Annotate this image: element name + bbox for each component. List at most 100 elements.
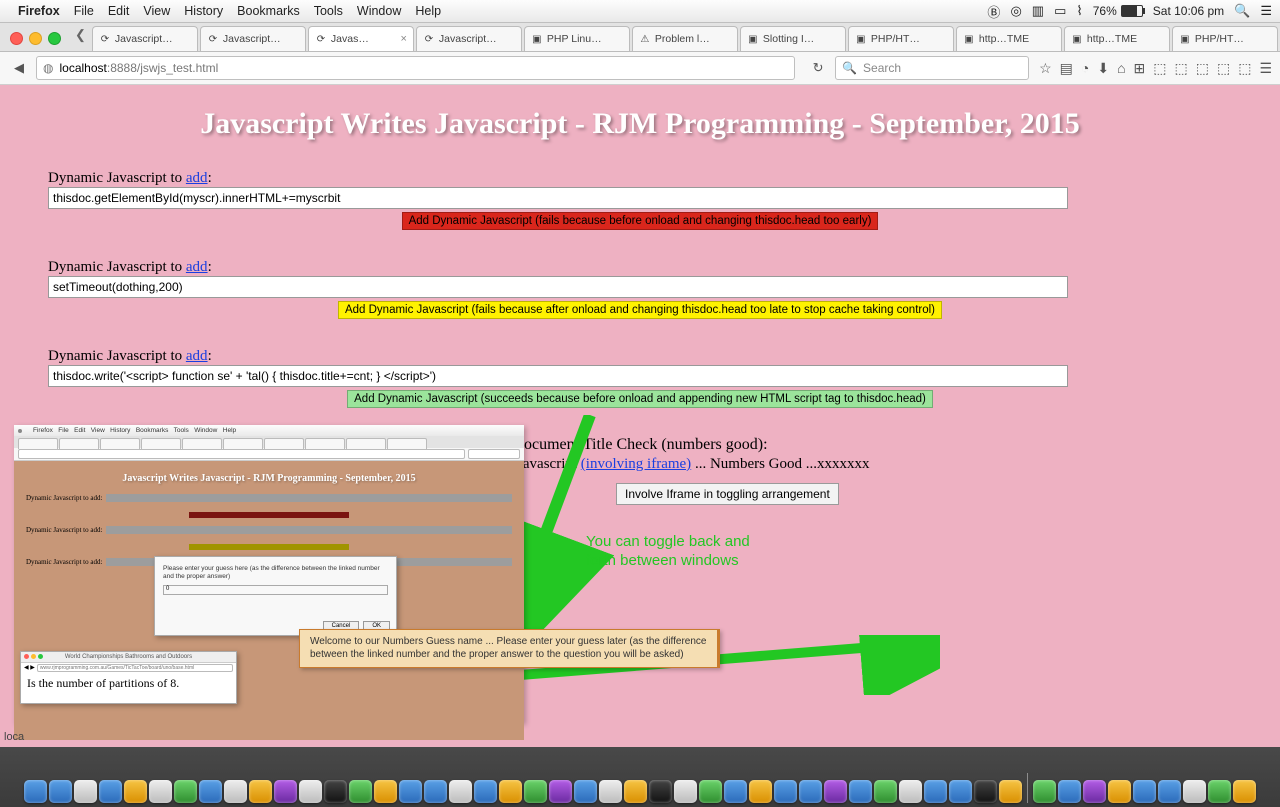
menubar-app-name[interactable]: Firefox [18,4,60,18]
page-content: Javascript Writes Javascript - RJM Progr… [0,85,1280,747]
thumb-menubar: Firefox File Edit View History Bookmarks… [14,425,524,436]
toolbar-extra-icon[interactable]: ⬚ [1196,60,1209,77]
bookmark-star-icon[interactable]: ☆ [1039,60,1052,77]
status-bar: loca [0,731,24,747]
airplay-icon[interactable]: ▭ [1054,3,1066,19]
menubar-extra-icon[interactable]: ▥ [1032,3,1044,19]
browser-tab[interactable]: ▣PHP/HT… [848,26,954,51]
site-identity-icon[interactable]: ◍ [43,61,53,75]
browser-tab[interactable]: ⟳Javascript… [92,26,198,51]
menu-view[interactable]: View [143,4,170,18]
dock-separator [1027,773,1028,803]
js-input-3[interactable] [48,365,1068,387]
toolbar-extra-icon[interactable]: ⬚ [1217,60,1230,77]
pocket-icon[interactable]: ◔ [1081,60,1089,77]
mac-dock [0,747,1280,807]
window-close-icon[interactable] [10,32,23,45]
tab-favicon-icon: ▣ [1071,33,1083,45]
browser-tab[interactable]: ⟳Javascript… [200,26,306,51]
tab-favicon-icon: ⟳ [315,33,327,45]
browser-tab-active[interactable]: ⟳Javas…× [308,26,414,51]
url-host: localhost [59,61,106,75]
thumb-title: Javascript Writes Javascript - RJM Progr… [26,473,512,484]
annotation-text: You can toggle back and forth between wi… [586,533,750,571]
embedded-screenshot: Firefox File Edit View History Bookmarks… [14,425,524,723]
window-zoom-icon[interactable] [48,32,61,45]
battery-icon [1121,5,1143,17]
page-title: Javascript Writes Javascript - RJM Progr… [0,107,1280,141]
involving-iframe-link[interactable]: (involving iframe) [581,456,691,472]
menubar-clock[interactable]: Sat 10:06 pm [1153,4,1224,18]
thumb-prompt-dialog: Please enter your guess here (as the dif… [154,556,397,636]
add-link-1[interactable]: add [186,170,208,186]
menubar-extra-icon[interactable]: ◎ [1010,3,1021,19]
downloads-icon[interactable]: ⬇ [1097,60,1109,77]
firefox-window: ❮ ⟳Javascript… ⟳Javascript… ⟳Javas…× ⟳Ja… [0,23,1280,85]
input-label-2: Dynamic Javascript to add: [48,259,212,276]
add-link-3[interactable]: add [186,348,208,364]
tab-favicon-icon: ▣ [855,33,867,45]
battery-indicator[interactable]: 76% [1093,4,1143,18]
url-path: /jswjs_test.html [137,61,218,75]
bookmarks-menu-icon[interactable]: ▤ [1060,60,1073,77]
toolbar-extra-icon[interactable]: ⬚ [1153,60,1166,77]
mac-menubar: Firefox File Edit View History Bookmarks… [0,0,1280,23]
window-minimize-icon[interactable] [29,32,42,45]
toolbar-extra-icon[interactable]: ⊞ [1134,60,1146,77]
menu-help[interactable]: Help [415,4,441,18]
add-button-red[interactable]: Add Dynamic Javascript (fails because be… [402,212,879,230]
thumb-hint-tooltip: Welcome to our Numbers Guess name ... Pl… [299,629,720,668]
notification-center-icon[interactable]: ☰ [1260,3,1272,19]
wifi-icon[interactable]: ⌇ [1076,3,1082,19]
thumb-mini-window: World Championships Bathrooms and Outdoo… [20,651,237,704]
menu-file[interactable]: File [74,4,94,18]
url-bar[interactable]: ◍ localhost:8888/jswjs_test.html [36,56,795,80]
home-icon[interactable]: ⌂ [1117,60,1125,77]
menubar-extra-icon[interactable]: Ⓑ [987,2,1000,21]
browser-tab[interactable]: ▣http…TME [956,26,1062,51]
tab-favicon-icon: ⟳ [99,33,111,45]
add-link-2[interactable]: add [186,259,208,275]
browser-tab[interactable]: ⚠Problem l… [632,26,738,51]
browser-tab[interactable]: ▣http…TME [1064,26,1170,51]
browser-tab[interactable]: ⟳Javascript… [416,26,522,51]
tab-favicon-icon: ▣ [963,33,975,45]
input-label-1: Dynamic Javascript to add: [48,170,212,187]
thumb-mini-content: Is the number of partitions of 8. [21,672,236,703]
tab-strip: ❮ ⟳Javascript… ⟳Javascript… ⟳Javas…× ⟳Ja… [0,23,1280,52]
menu-bookmarks[interactable]: Bookmarks [237,4,300,18]
add-button-green[interactable]: Add Dynamic Javascript (succeeds because… [347,390,933,408]
add-button-yellow[interactable]: Add Dynamic Javascript (fails because af… [338,301,942,319]
browser-tab[interactable]: ▣Slotting I… [740,26,846,51]
involve-iframe-button[interactable]: Involve Iframe in toggling arrangement [616,483,839,505]
tab-favicon-icon: ▣ [1179,33,1191,45]
js-input-1[interactable] [48,187,1068,209]
tab-favicon-icon: ▣ [747,33,759,45]
toolbar-extra-icon[interactable]: ⬚ [1175,60,1188,77]
url-port: :8888 [107,61,137,75]
browser-toolbar: ◀ ◍ localhost:8888/jswjs_test.html ↻ 🔍 S… [0,52,1280,85]
toolbar-extra-icon[interactable]: ⬚ [1238,60,1251,77]
js-input-2[interactable] [48,276,1068,298]
tab-close-icon[interactable]: × [400,33,406,45]
menu-window[interactable]: Window [357,4,401,18]
menu-icon[interactable]: ☰ [1259,60,1272,77]
reload-button[interactable]: ↻ [807,57,829,79]
tab-scroll-left-icon[interactable]: ❮ [71,27,90,43]
tab-favicon-icon: ⚠ [639,33,651,45]
input-label-3: Dynamic Javascript to add: [48,348,212,365]
tab-favicon-icon: ⟳ [423,33,435,45]
tab-favicon-icon: ▣ [531,33,543,45]
search-bar[interactable]: 🔍 Search [835,56,1029,80]
thumb-tabstrip [14,436,524,448]
thumb-urlbar [14,448,524,461]
spotlight-icon[interactable]: 🔍 [1234,3,1250,19]
menu-edit[interactable]: Edit [108,4,130,18]
menu-tools[interactable]: Tools [314,4,343,18]
browser-tab[interactable]: ▣PHP/HT… [1172,26,1278,51]
back-button[interactable]: ◀ [8,57,30,79]
battery-percent: 76% [1093,4,1117,18]
browser-tab[interactable]: ▣PHP Linu… [524,26,630,51]
search-placeholder: Search [863,61,901,75]
menu-history[interactable]: History [184,4,223,18]
